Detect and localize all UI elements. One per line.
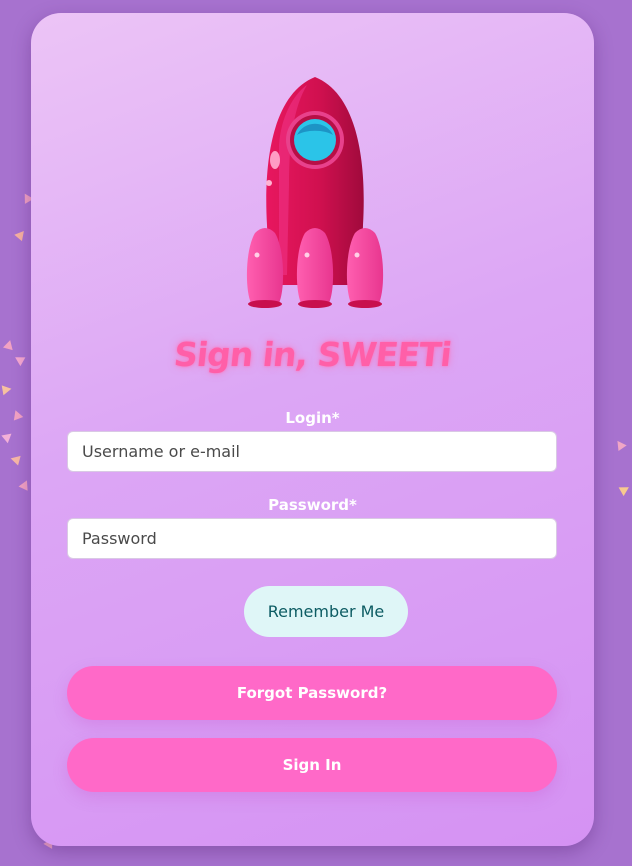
confetti-decoration bbox=[618, 482, 632, 497]
confetti-decoration bbox=[14, 227, 28, 242]
confetti-decoration bbox=[18, 478, 32, 491]
page-title: Sign in, SWEETi bbox=[172, 335, 453, 374]
password-label: Password* bbox=[268, 496, 357, 514]
confetti-decoration bbox=[3, 338, 15, 351]
login-label: Login* bbox=[285, 409, 340, 427]
confetti-decoration bbox=[1, 383, 13, 396]
forgot-password-button[interactable]: Forgot Password? bbox=[67, 666, 557, 720]
confetti-decoration bbox=[613, 437, 627, 452]
password-input[interactable] bbox=[67, 518, 557, 559]
login-card: Sign in, SWEETi Login* Password* Remembe… bbox=[31, 13, 594, 846]
rocket-icon bbox=[246, 77, 384, 308]
sign-in-button[interactable]: Sign In bbox=[67, 738, 557, 792]
confetti-decoration bbox=[10, 408, 24, 421]
confetti-decoration bbox=[9, 453, 21, 466]
remember-me-button[interactable]: Remember Me bbox=[244, 586, 408, 637]
confetti-decoration bbox=[1, 429, 15, 444]
login-input[interactable] bbox=[67, 431, 557, 472]
confetti-decoration bbox=[12, 352, 26, 367]
